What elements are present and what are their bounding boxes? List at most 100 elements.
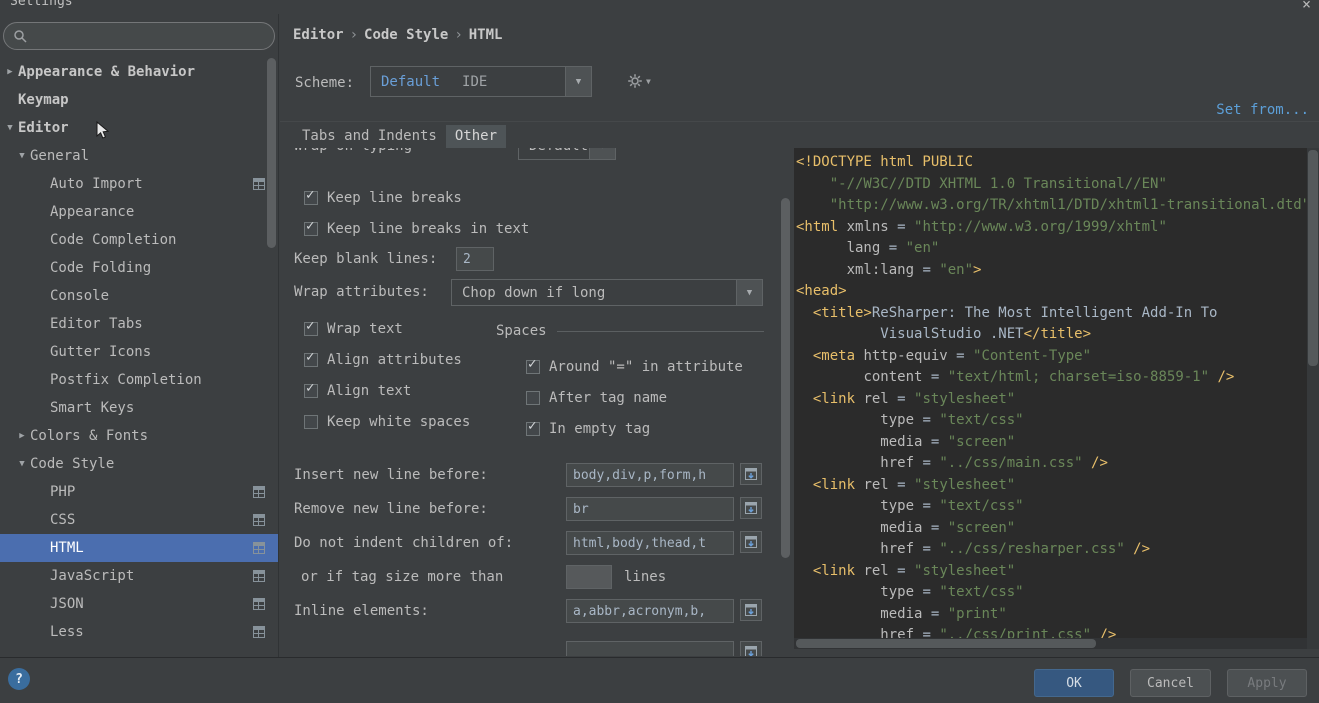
sidebar-item-console[interactable]: Console [0, 282, 278, 310]
tag-size-input[interactable] [566, 565, 612, 589]
wrap-on-typing-select[interactable]: Default ▼ [518, 148, 616, 160]
inline-elements-row: Inline elements: [294, 599, 429, 623]
sidebar-item-label: Editor Tabs [50, 316, 143, 332]
clipped-row-expand-button[interactable] [740, 641, 762, 656]
sidebar-item-auto-import[interactable]: Auto Import [0, 170, 278, 198]
sidebar-item-editor[interactable]: ▼ Editor [0, 114, 278, 142]
sidebar-item-editor-tabs[interactable]: Editor Tabs [0, 310, 278, 338]
keep-white-spaces-checkbox[interactable]: Keep white spaces [304, 410, 470, 434]
preview-code: <!DOCTYPE html PUBLIC "-//W3C//DTD XHTML… [796, 152, 1306, 649]
sidebar-item-css[interactable]: CSS [0, 506, 278, 534]
chevron-right-icon[interactable]: ▶ [16, 422, 28, 450]
code-line: href = "../css/main.css" /> [880, 455, 1108, 471]
code-line: "http://www.w3.org/TR/xhtml1/DTD/xhtml1-… [829, 197, 1306, 213]
spaces-group-title: Spaces [496, 323, 547, 339]
sidebar-item-code-completion[interactable]: Code Completion [0, 226, 278, 254]
chevron-down-icon[interactable]: ▼ [16, 450, 28, 478]
scheme-select[interactable]: Default IDE ▼ [370, 66, 592, 97]
sidebar-item-gutter-icons[interactable]: Gutter Icons [0, 338, 278, 366]
sidebar-item-json[interactable]: JSON [0, 590, 278, 618]
keep-line-breaks-checkbox[interactable]: Keep line breaks [304, 186, 462, 210]
chevron-down-icon[interactable]: ▼ [589, 148, 615, 159]
sidebar-item-code-folding[interactable]: Code Folding [0, 254, 278, 282]
sidebar-item-postfix-completion[interactable]: Postfix Completion [0, 366, 278, 394]
header-separator [280, 121, 1319, 122]
code-line: content = "text/html; charset=iso-8859-1… [863, 369, 1235, 385]
wrap-on-typing-label: Wrap on typing [294, 148, 412, 154]
after-tag-name-checkbox[interactable]: After tag name [526, 386, 667, 410]
remove-new-line-expand-button[interactable] [740, 497, 762, 519]
remove-new-line-input[interactable] [566, 497, 734, 521]
breadcrumb-editor: Editor [293, 27, 344, 43]
scrollbar-thumb[interactable] [1308, 150, 1318, 366]
tab-tabs-and-indents[interactable]: Tabs and Indents [293, 125, 446, 148]
sidebar-item-label: General [30, 148, 90, 164]
sidebar-item-label: Auto Import [50, 176, 143, 192]
wrap-attributes-value: Chop down if long [462, 284, 606, 301]
checkbox-icon [526, 391, 540, 405]
ok-button[interactable]: OK [1034, 669, 1115, 697]
clipped-row-input[interactable] [566, 641, 734, 656]
align-attributes-checkbox[interactable]: Align attributes [304, 348, 462, 372]
wrap-on-typing-row: Wrap on typing [294, 148, 412, 158]
sidebar-item-javascript[interactable]: JavaScript [0, 562, 278, 590]
main-pane: Editor › Code Style › HTML Scheme: Default I… [280, 14, 1319, 657]
sidebar-item-general[interactable]: ▼ General [0, 142, 278, 170]
chevron-down-icon[interactable]: ▼ [736, 280, 762, 305]
sidebar-item-appearance[interactable]: Appearance [0, 198, 278, 226]
search-icon [14, 30, 27, 43]
sidebar-item-colors-fonts[interactable]: ▶ Colors & Fonts [0, 422, 278, 450]
sidebar-item-php[interactable]: PHP [0, 478, 278, 506]
code-line: media = "screen" [880, 519, 1016, 536]
preview-vertical-scrollbar[interactable] [1307, 148, 1319, 649]
wrap-text-checkbox[interactable]: Wrap text [304, 317, 403, 341]
sidebar-item-label: Appearance & Behavior [18, 64, 196, 80]
sidebar-item-keymap[interactable]: Keymap [0, 86, 278, 114]
sidebar-item-appearance-behavior[interactable]: ▶ Appearance & Behavior [0, 58, 278, 86]
sidebar-scrollbar[interactable] [267, 58, 276, 248]
set-from-link[interactable]: Set from... [1216, 102, 1309, 118]
apply-button[interactable]: Apply [1227, 669, 1307, 697]
sidebar-item-label: Appearance [50, 204, 135, 220]
preview-horizontal-scrollbar[interactable] [794, 638, 1307, 649]
align-text-checkbox[interactable]: Align text [304, 379, 411, 403]
wrap-attributes-select[interactable]: Chop down if long ▼ [451, 279, 763, 306]
keep-blank-lines-input[interactable] [456, 247, 494, 271]
close-icon[interactable]: × [1302, 0, 1311, 13]
checkbox-label: Around "=" in attribute [549, 359, 743, 375]
sidebar-item-code-style[interactable]: ▼ Code Style [0, 450, 278, 478]
chevron-down-icon[interactable]: ▼ [4, 114, 16, 142]
keep-line-breaks-in-text-checkbox[interactable]: Keep line breaks in text [304, 217, 529, 241]
code-line: media = "screen" [880, 433, 1016, 450]
insert-new-line-expand-button[interactable] [740, 463, 762, 485]
code-line: type = "text/css" [880, 412, 1024, 428]
remove-new-line-label: Remove new line before: [294, 501, 488, 517]
cancel-button[interactable]: Cancel [1130, 669, 1211, 697]
inline-elements-expand-button[interactable] [740, 599, 762, 621]
dont-indent-input[interactable] [566, 531, 734, 555]
inline-elements-input[interactable] [566, 599, 734, 623]
help-button[interactable]: ? [8, 668, 30, 690]
footer-bar: ? OK Cancel Apply [0, 657, 1319, 703]
chevron-right-icon[interactable]: ▶ [4, 58, 16, 86]
checkbox-icon [304, 187, 318, 205]
dont-indent-expand-button[interactable] [740, 531, 762, 553]
inline-elements-label: Inline elements: [294, 603, 429, 619]
insert-new-line-input[interactable] [566, 463, 734, 487]
scrollbar-thumb[interactable] [796, 639, 1096, 648]
tab-other[interactable]: Other [445, 125, 507, 148]
settings-panel-scrollbar[interactable] [781, 198, 790, 558]
scheme-actions-button[interactable]: ▼ [627, 73, 651, 89]
spaces-group-header: Spaces [496, 319, 764, 343]
sidebar-item-label: Code Style [30, 456, 115, 472]
mouse-cursor [96, 121, 109, 139]
in-empty-tag-checkbox[interactable]: In empty tag [526, 417, 650, 441]
insert-new-line-row: Insert new line before: [294, 463, 488, 487]
chevron-down-icon[interactable]: ▼ [16, 142, 28, 170]
chevron-down-icon[interactable]: ▼ [565, 67, 591, 96]
search-input[interactable] [3, 22, 275, 50]
around-equals-checkbox[interactable]: Around "=" in attribute [526, 355, 743, 379]
sidebar-item-html[interactable]: HTML [0, 534, 278, 562]
sidebar-item-less[interactable]: Less [0, 618, 278, 646]
sidebar-item-smart-keys[interactable]: Smart Keys [0, 394, 278, 422]
